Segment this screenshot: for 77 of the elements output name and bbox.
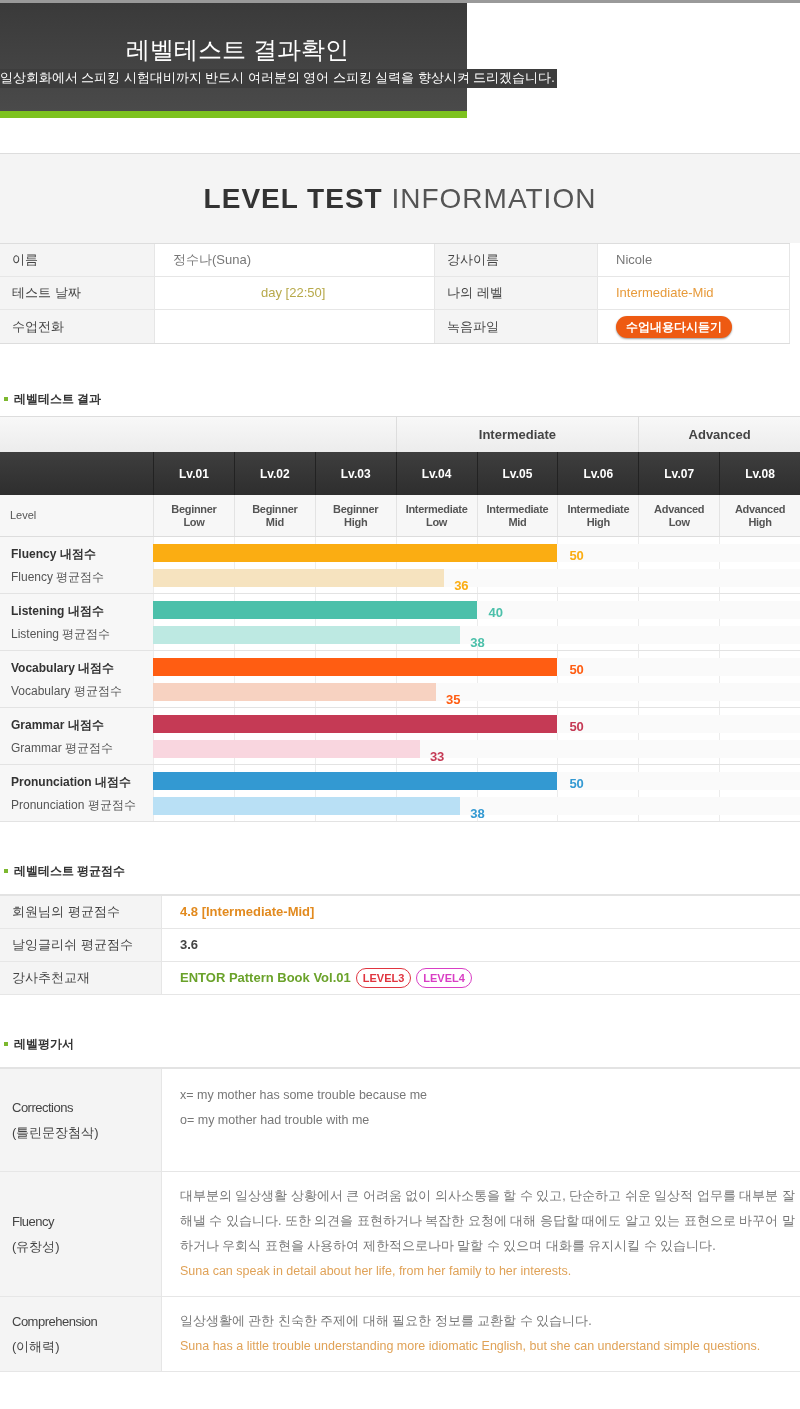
bullet-icon xyxy=(4,397,8,401)
level-code: Lv.02 xyxy=(259,465,290,483)
score-value: 50 xyxy=(569,660,584,679)
level-code: Lv.04 xyxy=(421,465,452,483)
score-label: Grammar 평균점수 xyxy=(11,739,114,757)
level-code: Lv.03 xyxy=(340,465,371,483)
bullet-icon xyxy=(4,869,8,873)
level-code: Lv.07 xyxy=(664,465,695,483)
info-value: Intermediate-Mid xyxy=(616,284,714,303)
evaluation-sublabel: (틀린문장첨삭) xyxy=(12,1124,100,1142)
evaluation-sublabel: (유창성) xyxy=(12,1238,61,1256)
level-group: Advanced xyxy=(688,424,751,445)
level-name: Beginner Low xyxy=(171,502,217,529)
level-code: Lv.08 xyxy=(745,465,775,483)
section-heading: 레벨평가서 xyxy=(14,1036,74,1053)
score-label: Listening 내점수 xyxy=(11,602,105,620)
score-label: Pronunciation 내점수 xyxy=(11,773,132,791)
score-value: 50 xyxy=(569,717,584,736)
level-name: Advanced High xyxy=(734,502,786,529)
info-label: 이름 xyxy=(12,251,38,270)
bullet-icon xyxy=(4,1042,8,1046)
info-value: day [22:50] xyxy=(260,284,326,303)
score-value: 33 xyxy=(429,747,445,766)
score-value: 38 xyxy=(470,804,485,823)
score-value: 35 xyxy=(446,690,461,709)
score-label: Listening 평균점수 xyxy=(11,625,112,643)
score-label: Fluency 평균점수 xyxy=(11,568,106,586)
score-label: Fluency 내점수 xyxy=(11,545,97,563)
average-label: 강사추천교재 xyxy=(12,969,90,988)
score-value: 40 xyxy=(488,603,503,622)
info-label: 강사이름 xyxy=(447,251,499,270)
level-name: Beginner High xyxy=(333,502,379,529)
level-group: Intermediate xyxy=(478,424,557,445)
evaluation-label: Comprehension xyxy=(12,1312,99,1331)
info-label: 녹음파일 xyxy=(447,317,499,336)
level-name: Beginner Mid xyxy=(252,502,298,529)
info-label: 수업전화 xyxy=(12,317,64,336)
score-value: 50 xyxy=(569,546,584,565)
replay-button[interactable]: 수업내용다시듣기 xyxy=(616,315,732,338)
evaluation-label: Corrections xyxy=(12,1098,74,1117)
level-name: Advanced Low xyxy=(654,502,705,529)
score-label: Vocabulary 평균점수 xyxy=(11,682,123,700)
score-label: Vocabulary 내점수 xyxy=(11,659,116,677)
score-value: 36 xyxy=(454,576,469,595)
level-code: Lv.01 xyxy=(179,465,209,483)
average-value: 3.6 xyxy=(180,936,199,955)
evaluation-sublabel: (이해력) xyxy=(12,1338,61,1356)
average-value: 4.8 [Intermediate-Mid] xyxy=(180,903,315,922)
score-value: 50 xyxy=(569,774,584,793)
level-name: Intermediate High xyxy=(567,502,630,529)
evaluation-text: x= my mother has some trouble because me xyxy=(180,1087,428,1104)
evaluation-text: o= my mother had trouble with me xyxy=(180,1112,371,1129)
info-value: Nicole xyxy=(616,251,653,270)
average-label: 날잉글리쉬 평균점수 xyxy=(12,936,133,955)
evaluation-comment: Suna can speak in detail about her life, from her family to her interests. xyxy=(180,1263,573,1280)
level-name: Intermediate Low xyxy=(405,502,468,529)
level-name: Intermediate Mid xyxy=(486,502,549,529)
score-label: Pronunciation 평균점수 xyxy=(11,796,137,814)
level-code: Lv.06 xyxy=(583,465,614,483)
score-label: Grammar 내점수 xyxy=(11,716,105,734)
evaluation-comment: Suna has a little trouble understanding more idiomatic English, but she can understand simple questions. xyxy=(180,1338,762,1355)
evaluation-text: 대부분의 일상생활 상황에서 큰 어려움 없이 의사소통을 할 수 있고, 단순하고 쉬운 일상적 업무를 대부분 잘 해낼 수 있습니다. 또한 의견을 표현하거나 복잡한 요청에 대해 응답할 때에도 알고 있는 표현으로 바꾸어 말하거나 우회식 표현을 사용하여 제한적으로나마 말할 수 있으며 대화를 유지시킬 수 있습니다. xyxy=(180,1188,796,1255)
evaluation-text: 일상생활에 관한 친숙한 주제에 대해 필요한 정보를 교환할 수 있습니다. xyxy=(180,1313,593,1330)
info-label: 나의 레벨 xyxy=(447,284,503,303)
info-title: LEVEL TEST INFORMATION xyxy=(203,181,597,216)
level-label: Level xyxy=(10,508,37,524)
info-value: 정수나(Suna) xyxy=(173,251,252,270)
page-subtitle: 일상회화에서 스피킹 시험대비까지 반드시 여러분의 영어 스피킹 실력을 향상시켜 드리겠습니다. xyxy=(0,69,557,88)
page-title: 레벨테스트 결과확인 xyxy=(125,35,349,65)
evaluation-label: Fluency xyxy=(12,1212,56,1231)
section-heading: 레벨테스트 평균점수 xyxy=(14,863,126,880)
score-value: 38 xyxy=(470,633,485,652)
average-value: ENTOR Pattern Book Vol.01 xyxy=(180,969,351,988)
info-label: 테스트 날짜 xyxy=(12,284,81,303)
average-label: 회원님의 평균점수 xyxy=(12,903,120,922)
level-code: Lv.05 xyxy=(502,465,533,483)
section-heading: 레벨테스트 결과 xyxy=(14,391,102,408)
